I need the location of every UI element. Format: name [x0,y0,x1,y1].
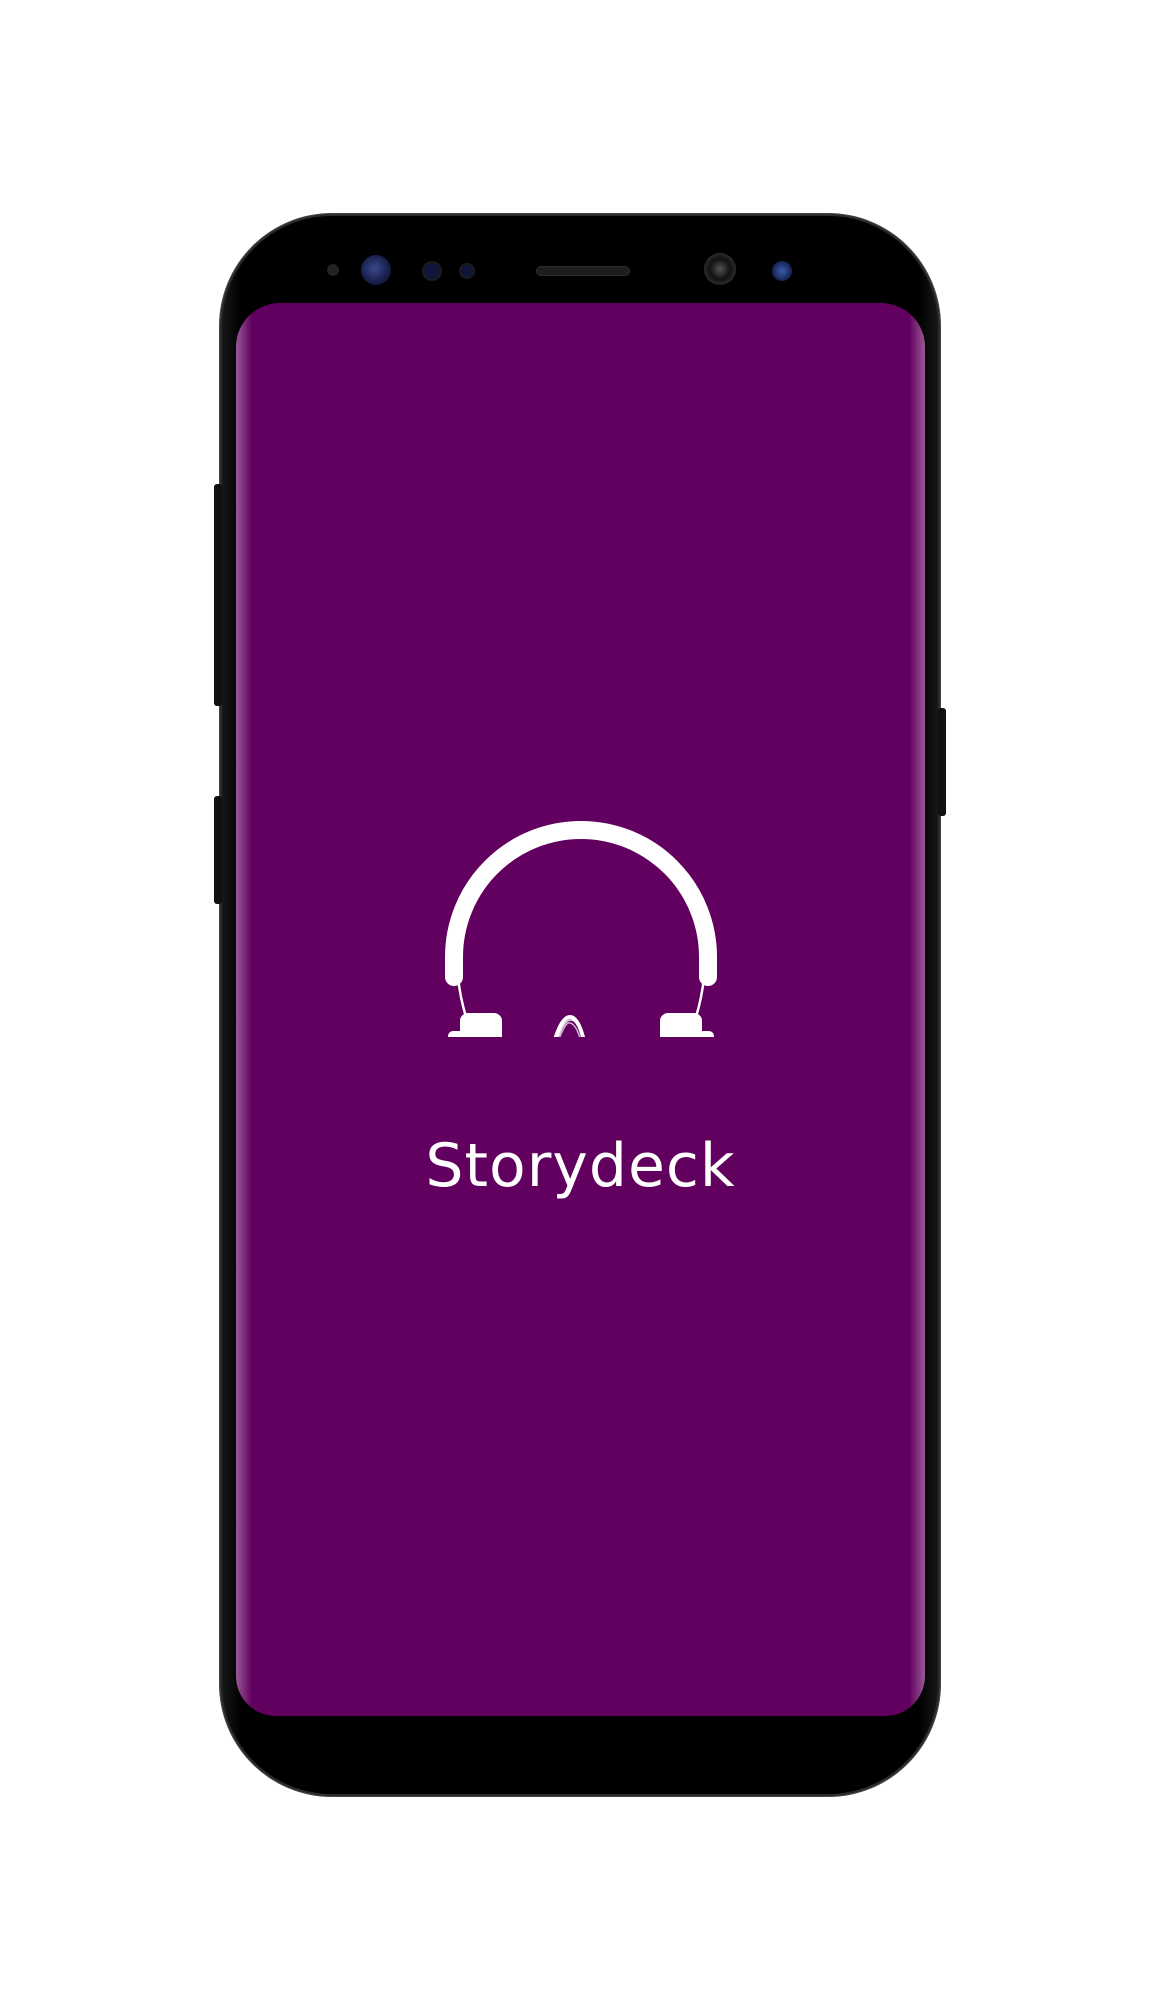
headphones-soundwave-icon [445,821,717,1037]
proximity-sensor [424,263,440,279]
sensor-dot [327,264,339,276]
volume-up-button [214,484,222,706]
page: Storydeck [0,0,1157,2000]
iris-camera [772,261,792,281]
app-name: Storydeck [425,1131,736,1201]
front-camera [704,253,736,285]
light-sensor [461,265,473,277]
power-button [938,708,946,816]
earpiece-speaker [536,266,630,276]
volume-down-button [214,796,222,904]
iris-scanner [361,255,391,285]
splash-screen: Storydeck [236,303,925,1716]
